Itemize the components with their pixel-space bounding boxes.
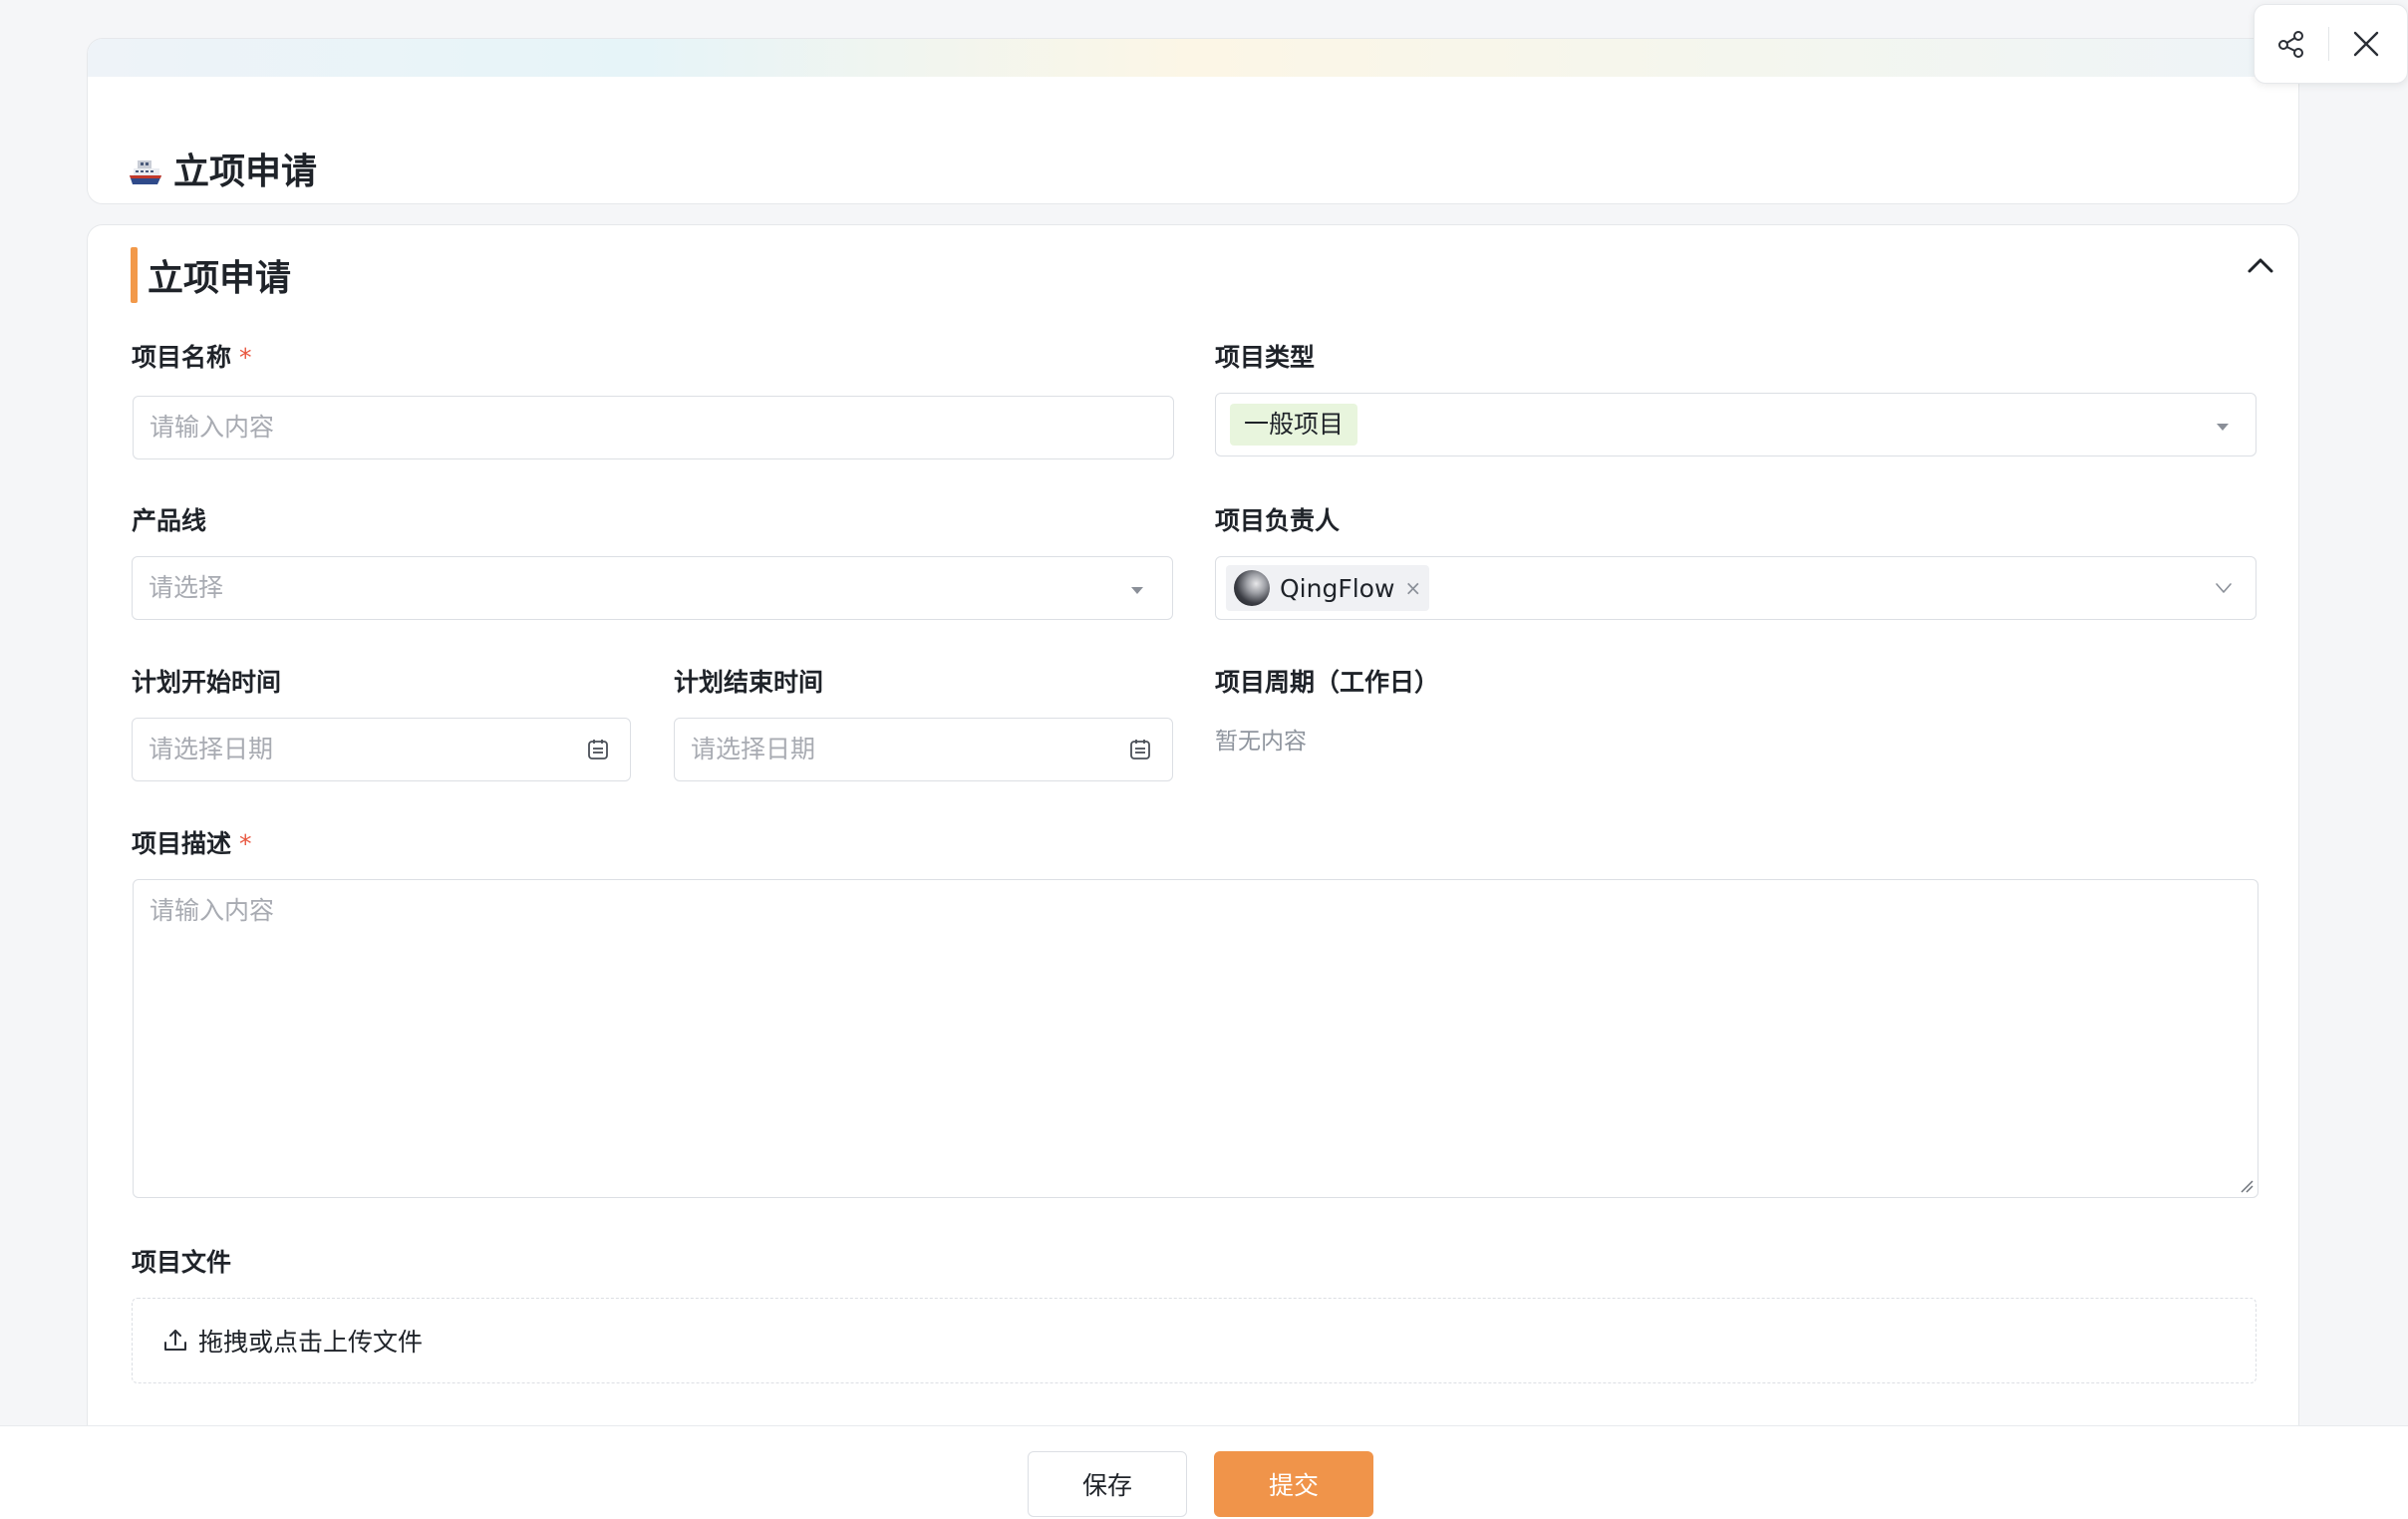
project-desc-label: 项目描述 *	[132, 827, 252, 861]
calendar-icon	[588, 740, 608, 760]
remove-user-icon[interactable]: ×	[1404, 576, 1421, 600]
header-gradient-strip	[88, 39, 2298, 77]
required-mark: *	[239, 829, 252, 858]
calendar-icon	[1130, 740, 1150, 760]
project-type-tag: 一般项目	[1230, 404, 1358, 446]
project-cycle-label: 项目周期（工作日）	[1215, 668, 1440, 697]
ship-icon	[130, 160, 161, 184]
floating-actions	[2254, 4, 2408, 84]
share-button[interactable]	[2255, 4, 2328, 84]
upload-text: 拖拽或点击上传文件	[198, 1328, 424, 1357]
project-name-label-text: 项目名称	[132, 343, 232, 372]
project-desc-placeholder: 请输入内容	[150, 896, 275, 925]
page-title: 立项申请	[128, 151, 317, 194]
plan-end-placeholder: 请选择日期	[691, 735, 816, 763]
user-chip: QingFlow ×	[1226, 565, 1430, 611]
section-title: 立项申请	[148, 258, 292, 299]
plan-start-placeholder: 请选择日期	[149, 735, 274, 763]
submit-button[interactable]: 提交	[1214, 1451, 1373, 1517]
upload-icon	[164, 1330, 186, 1351]
project-name-label: 项目名称 *	[132, 341, 252, 375]
footer-bar: 保存 提交	[0, 1425, 2408, 1519]
save-button[interactable]: 保存	[1028, 1451, 1187, 1517]
project-cycle-value: 暂无内容	[1215, 729, 1307, 755]
project-owner-select[interactable]: QingFlow ×	[1215, 556, 2257, 620]
header-card: 立项申请	[87, 38, 2299, 204]
form-card: 立项申请 项目名称 * 请输入内容 项目类型 一般项目 产品线 请选择 项目负责…	[87, 224, 2299, 1519]
share-icon	[2278, 31, 2303, 58]
project-desc-textarea[interactable]: 请输入内容	[133, 879, 2258, 1198]
section-accent-bar	[131, 247, 138, 303]
collapse-chevron-up-icon[interactable]	[2244, 249, 2277, 283]
product-line-label: 产品线	[132, 506, 207, 535]
project-name-input[interactable]: 请输入内容	[133, 396, 1174, 459]
project-type-select[interactable]: 一般项目	[1215, 393, 2257, 456]
project-name-placeholder: 请输入内容	[150, 413, 275, 442]
plan-start-date-picker[interactable]: 请选择日期	[132, 718, 631, 781]
close-button[interactable]	[2329, 4, 2403, 84]
chevron-down-icon	[2216, 583, 2232, 593]
project-desc-label-text: 项目描述	[132, 829, 232, 858]
product-line-select[interactable]: 请选择	[132, 556, 1173, 620]
avatar	[1234, 570, 1270, 606]
resize-grip-icon[interactable]	[2240, 1179, 2254, 1193]
plan-start-label: 计划开始时间	[132, 668, 282, 697]
product-line-placeholder: 请选择	[149, 573, 224, 602]
plan-end-date-picker[interactable]: 请选择日期	[674, 718, 1173, 781]
section-header: 立项申请	[131, 247, 291, 303]
user-name: QingFlow	[1280, 573, 1395, 603]
project-type-label: 项目类型	[1215, 343, 1316, 372]
dropdown-caret-icon	[1131, 587, 1143, 594]
file-upload-dropzone[interactable]: 拖拽或点击上传文件	[132, 1298, 2257, 1383]
close-icon	[2353, 31, 2379, 57]
dropdown-caret-icon	[2217, 424, 2229, 431]
form-page: 立项申请 立项申请 项目名称 * 请输入内容 项目类型 一般项目 产品线 请选择…	[0, 0, 2408, 1519]
project-owner-label: 项目负责人	[1215, 506, 1341, 535]
page-title-text: 立项申请	[173, 152, 318, 192]
plan-end-label: 计划结束时间	[674, 668, 824, 697]
required-mark: *	[239, 343, 252, 372]
project-files-label: 项目文件	[132, 1248, 232, 1277]
